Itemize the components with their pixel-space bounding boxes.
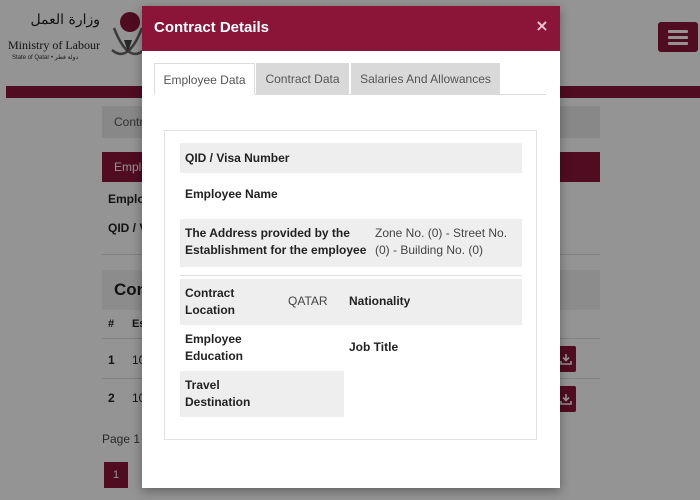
- travel-destination-row: Travel Destination: [180, 371, 344, 417]
- section-divider: [180, 275, 522, 276]
- address-label-line-1: The Address provided by the: [185, 226, 350, 240]
- modal-header: Contract Details ×: [142, 6, 560, 51]
- tab-bar: Employee Data Contract Data Salaries And…: [154, 63, 546, 95]
- job-title-label: Job Title: [349, 340, 399, 354]
- tab-contract-data[interactable]: Contract Data: [256, 63, 349, 95]
- travel-destination-label-line-2: Destination: [185, 395, 251, 409]
- address-value-line-1: Zone No. (0) - Street No.: [375, 226, 508, 240]
- address-value-line-2: (0) - Building No. (0): [375, 243, 484, 257]
- education-label-line-1: Employee: [185, 332, 242, 346]
- tab-salaries-and-allowances[interactable]: Salaries And Allowances: [351, 63, 500, 95]
- contract-location-label-line-2: Location: [185, 303, 235, 317]
- education-label-line-2: Education: [185, 349, 244, 363]
- education-row: Employee Education Job Title: [180, 327, 522, 369]
- travel-destination-label-line-1: Travel: [185, 378, 220, 392]
- contract-location-label-line-1: Contract: [185, 286, 235, 300]
- modal-title: Contract Details: [154, 19, 270, 36]
- contract-location-row: Contract Location QATAR Nationality: [180, 279, 522, 325]
- contract-details-modal: Contract Details × Employee Data Contrac…: [142, 6, 560, 488]
- employee-data-panel: QID / Visa Number Employee Name The Addr…: [164, 130, 537, 440]
- qid-label: QID / Visa Number: [185, 151, 290, 165]
- employee-name-label: Employee Name: [185, 187, 278, 201]
- close-icon[interactable]: ×: [534, 16, 550, 36]
- contract-location-value: QATAR: [288, 294, 328, 308]
- address-row: The Address provided by the Establishmen…: [180, 219, 522, 267]
- qid-row: QID / Visa Number: [180, 143, 522, 173]
- tab-employee-data[interactable]: Employee Data: [154, 63, 255, 95]
- employee-name-row: Employee Name: [180, 181, 522, 209]
- address-label-line-2: Establishment for the employee: [185, 243, 367, 257]
- nationality-label: Nationality: [349, 294, 411, 308]
